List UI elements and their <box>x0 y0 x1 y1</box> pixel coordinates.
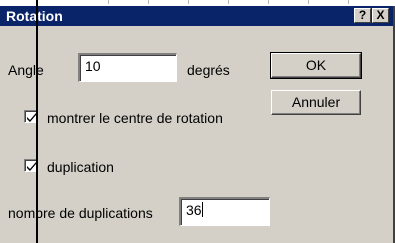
help-button[interactable]: ? <box>354 8 371 23</box>
duplicate-label[interactable]: duplication <box>47 159 114 175</box>
rotation-dialog: Rotation ? X Angle 10 degrés OK Annuler … <box>0 6 395 243</box>
close-button[interactable]: X <box>372 8 389 23</box>
ruler-tick <box>108 0 109 4</box>
ruler-tick <box>228 0 229 4</box>
cancel-button[interactable]: Annuler <box>271 90 361 115</box>
angle-unit-label: degrés <box>187 62 230 78</box>
text-caret <box>201 202 203 217</box>
ruler-tick <box>188 0 189 4</box>
angle-value: 10 <box>85 58 101 74</box>
show-center-label[interactable]: montrer le centre de rotation <box>47 110 223 126</box>
angle-label: Angle <box>8 62 44 78</box>
ruler-tick <box>348 0 349 4</box>
angle-input[interactable]: 10 <box>78 53 177 82</box>
ruler-tick <box>148 0 149 4</box>
title-bar[interactable]: Rotation ? X <box>0 6 393 26</box>
ok-button[interactable]: OK <box>270 52 362 79</box>
ruler-tick <box>268 0 269 4</box>
vertical-cursor-line <box>36 0 38 243</box>
dup-count-label: nombre de duplications <box>8 205 153 221</box>
ruler-tick <box>308 0 309 4</box>
dup-count-input[interactable]: 36 <box>179 197 270 226</box>
dialog-title: Rotation <box>6 8 63 24</box>
dup-count-value: 36 <box>186 202 202 218</box>
